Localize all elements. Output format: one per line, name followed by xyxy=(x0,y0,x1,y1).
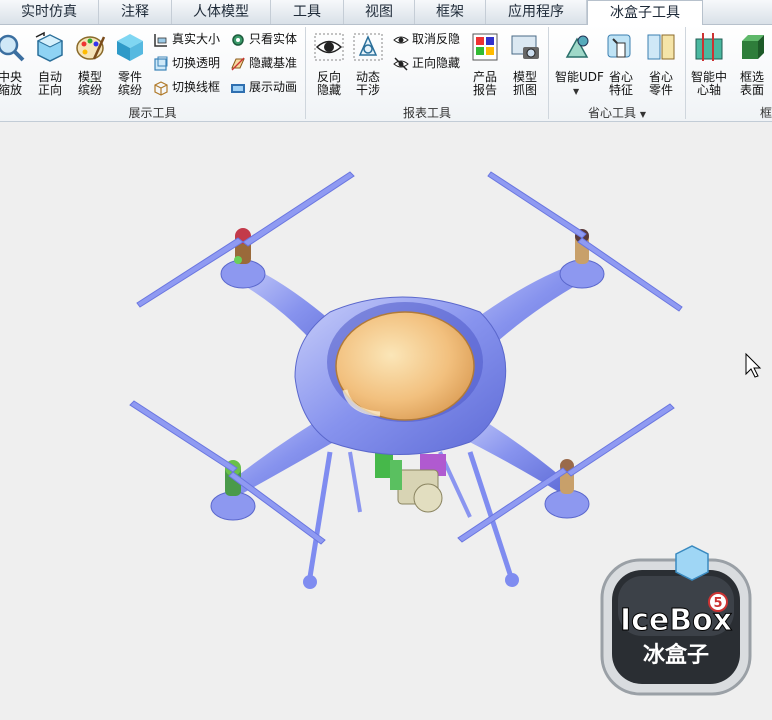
palette-icon xyxy=(76,36,106,60)
tab-realtime-sim[interactable]: 实时仿真 xyxy=(0,0,99,24)
part-book-icon xyxy=(647,34,675,60)
reverse-hide-button[interactable]: 反向 隐藏 xyxy=(309,29,349,101)
group-label-frame-tools: 框 xyxy=(760,106,772,120)
eye-small-icon xyxy=(393,36,409,43)
smart-udf-button[interactable]: 智能UDF ▼ xyxy=(555,29,604,101)
solid-gear-icon xyxy=(232,33,244,46)
icebox-logo: IceBox 5 冰盒子 xyxy=(600,545,752,696)
gimbal-camera xyxy=(375,452,446,513)
tab-annotation[interactable]: 注释 xyxy=(99,0,172,24)
axis-icon xyxy=(695,33,723,61)
show-animation-button[interactable]: 展示动画 xyxy=(230,77,297,97)
camera-icon xyxy=(511,35,539,59)
group-label-display-tools: 展示工具 xyxy=(128,106,177,120)
cube-orient-icon xyxy=(35,31,64,62)
center-zoom-button[interactable]: 中央 缩放 xyxy=(0,29,30,101)
smart-center-axis-button[interactable]: 智能中 心轴 xyxy=(689,29,729,101)
tab-human-model[interactable]: 人体模型 xyxy=(172,0,271,24)
chevron-down-icon[interactable]: ▼ xyxy=(573,87,579,96)
saving-feature-button[interactable]: 省心 特征 xyxy=(601,29,641,101)
feature-icon xyxy=(607,34,631,58)
hide-datum-icon xyxy=(231,57,245,70)
solid-only-button[interactable]: 只看实体 xyxy=(230,29,297,49)
dynamic-interference-button[interactable]: 动态 干涉 xyxy=(348,29,388,101)
animation-icon xyxy=(231,83,245,93)
transparent-cube-icon xyxy=(154,56,168,71)
drone-model[interactable] xyxy=(129,171,683,589)
toggle-wireframe-button[interactable]: 切换线框 xyxy=(153,77,220,97)
tab-framework[interactable]: 框架 xyxy=(415,0,486,24)
chevron-down-icon: ▼ xyxy=(639,110,646,119)
svg-text:5: 5 xyxy=(713,596,722,611)
surface-select-icon xyxy=(742,35,764,59)
cube-color-icon xyxy=(117,34,143,61)
interference-icon xyxy=(353,33,383,61)
forward-hide-button[interactable]: 正向隐藏 xyxy=(393,53,460,73)
model-viewport[interactable]: IceBox 5 冰盒子 xyxy=(0,122,772,720)
tab-applications[interactable]: 应用程序 xyxy=(486,0,587,24)
tab-view[interactable]: 视图 xyxy=(344,0,415,24)
tab-tools[interactable]: 工具 xyxy=(271,0,344,24)
ruler-icon xyxy=(154,33,167,47)
wireframe-icon xyxy=(154,80,168,96)
model-color-button[interactable]: 模型 缤纷 xyxy=(70,29,110,101)
mouse-cursor xyxy=(745,352,762,378)
hide-datum-button[interactable]: 隐藏基准 xyxy=(230,53,297,73)
eye-hide-icon xyxy=(393,56,409,71)
ice-cube-icon xyxy=(675,545,709,581)
tab-icebox-tools[interactable]: 冰盒子工具 xyxy=(587,0,703,26)
auto-orient-button[interactable]: 自动 正向 xyxy=(30,29,70,101)
magnifier-icon xyxy=(0,34,25,62)
ribbon-tab-bar: 实时仿真 注释 人体模型 工具 视图 框架 应用程序 冰盒子工具 xyxy=(0,0,772,26)
report-icon xyxy=(472,33,498,61)
toggle-transparency-button[interactable]: 切换透明 xyxy=(153,53,220,73)
group-separator xyxy=(685,27,686,119)
saving-part-button[interactable]: 省心 零件 xyxy=(641,29,681,101)
cancel-reverse-hide-button[interactable]: 取消反隐 xyxy=(393,29,460,49)
model-capture-button[interactable]: 模型 抓图 xyxy=(505,29,545,101)
product-report-button[interactable]: 产品 报告 xyxy=(465,29,505,101)
real-size-button[interactable]: 真实大小 xyxy=(153,29,220,49)
group-label-report-tools: 报表工具 xyxy=(402,106,451,120)
part-color-button[interactable]: 零件 缤纷 xyxy=(110,29,150,101)
box-select-surface-button[interactable]: 框选 表面 xyxy=(732,29,772,101)
svg-text:冰盒子: 冰盒子 xyxy=(643,642,709,668)
group-label-saving-tools[interactable]: 省心工具 ▼ xyxy=(549,105,685,121)
eye-icon xyxy=(314,33,344,61)
udf-icon xyxy=(565,35,589,58)
ribbon-panel: 中央 缩放 自动 正向 模型 缤纷 零件 缤纷 真实大小 切换透明 切换线框 只… xyxy=(0,25,772,122)
